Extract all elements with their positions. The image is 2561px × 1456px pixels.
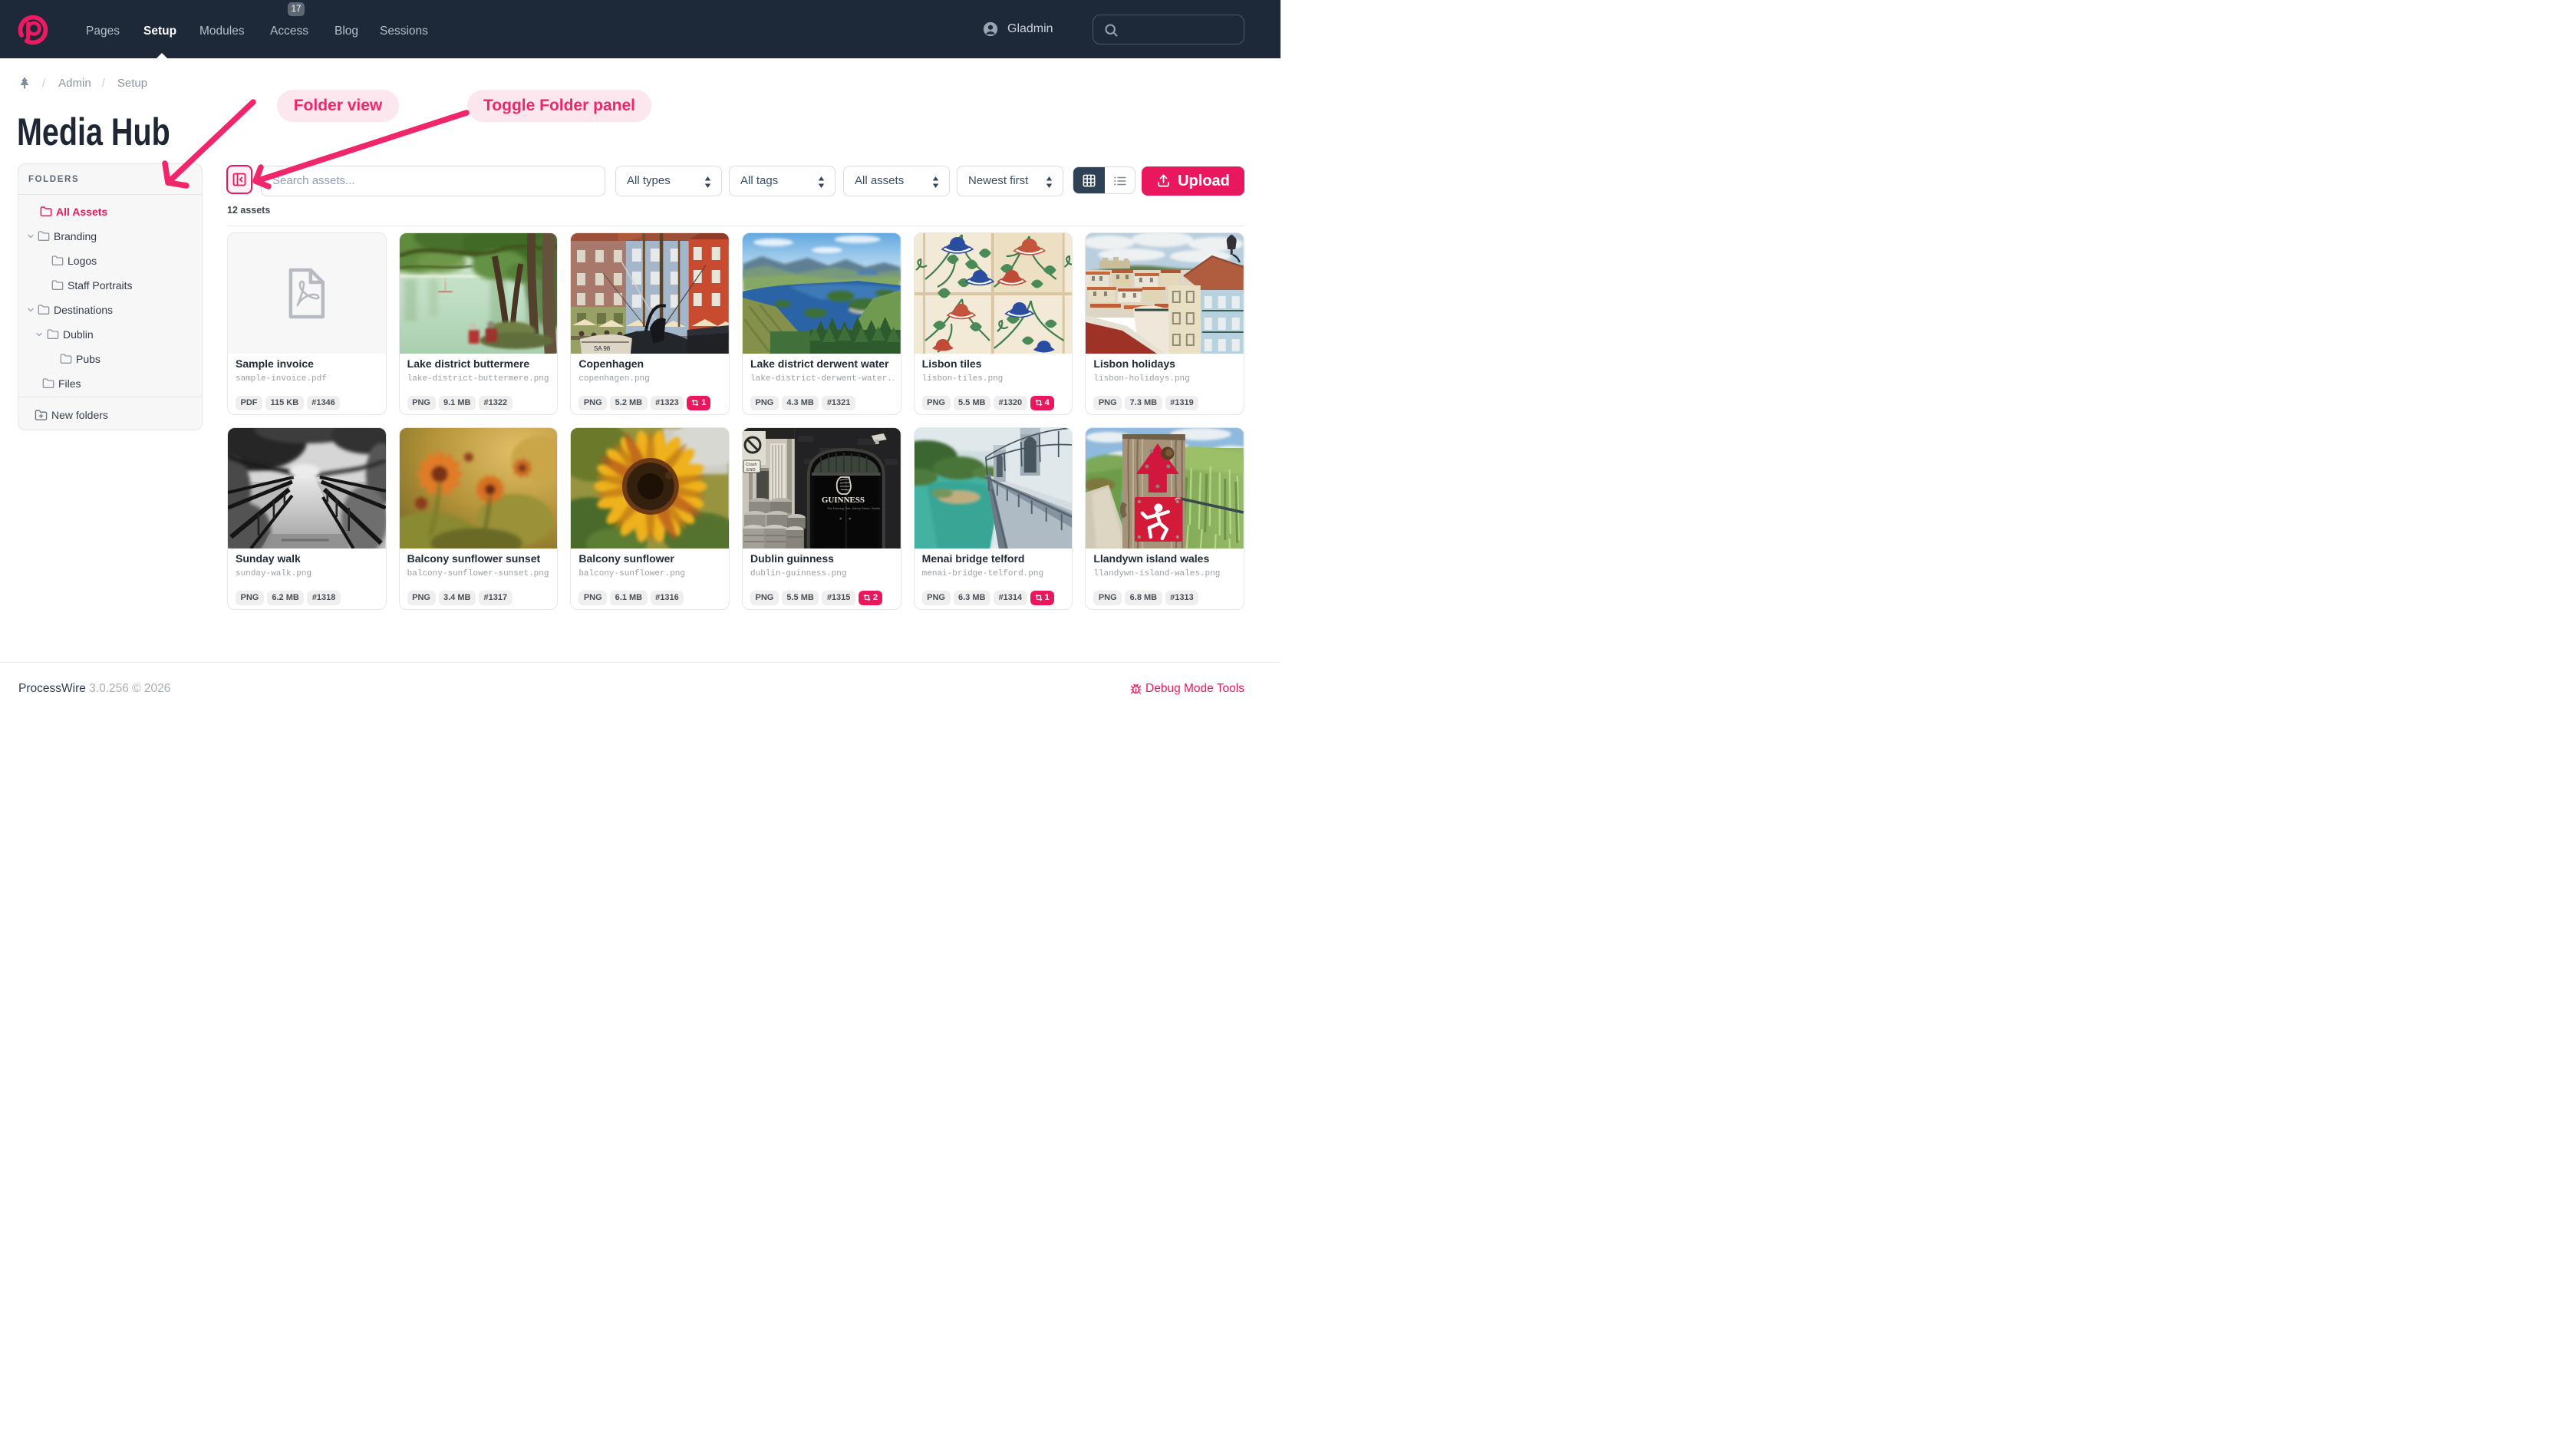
- svg-text:END: END: [747, 468, 756, 473]
- svg-text:SA 98: SA 98: [594, 345, 611, 352]
- svg-text:GUINNESS: GUINNESS: [822, 496, 865, 505]
- svg-text:The Fleming Tide, Abbey Street: The Fleming Tide, Abbey Street, Dublin: [827, 506, 880, 510]
- svg-text:Crash: Crash: [746, 463, 757, 467]
